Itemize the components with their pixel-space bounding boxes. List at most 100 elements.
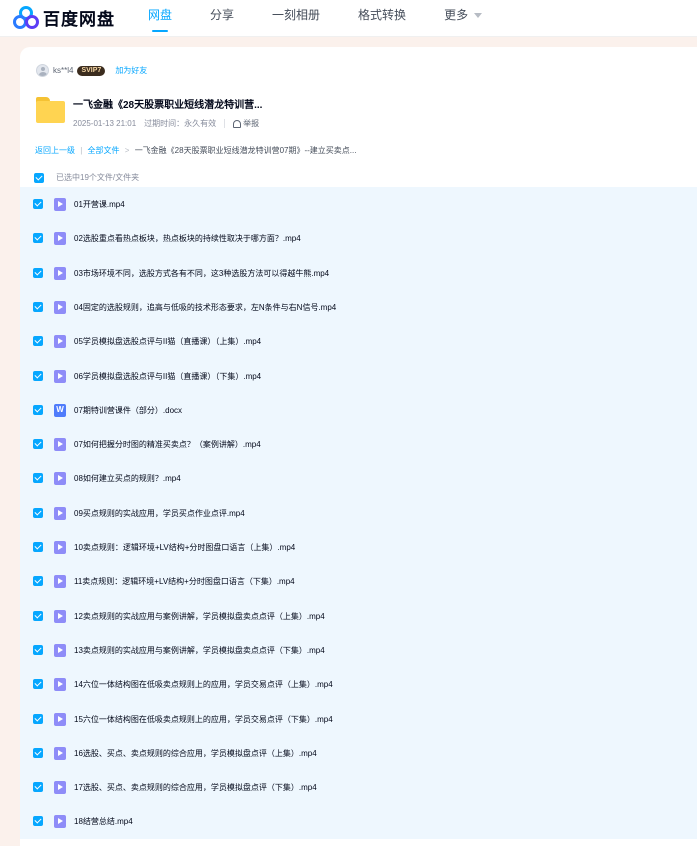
nav-item-format-convert[interactable]: 格式转换 [358, 0, 406, 37]
share-date: 2025-01-13 21:01 [73, 119, 137, 128]
file-checkbox[interactable] [33, 816, 43, 826]
video-file-icon [54, 677, 66, 691]
file-checkbox[interactable] [33, 371, 43, 381]
file-name[interactable]: 18结营总结.mp4 [74, 816, 133, 827]
file-name[interactable]: 13卖点规则的实战应用与案例讲解，学员模拟盘卖点点评（下集）.mp4 [74, 645, 325, 656]
video-file-icon [54, 334, 66, 348]
main-nav: 网盘 分享 一刻相册 格式转换 更多 [148, 0, 520, 37]
cloud-logo-icon [13, 5, 39, 30]
share-title: 一飞金融《28天股票职业短线潜龙特训营... [73, 100, 263, 111]
user-avatar-icon[interactable] [36, 64, 49, 77]
file-row[interactable]: 09买点规则的实战应用，学员买点作业点评.mp4 [20, 496, 697, 530]
file-row[interactable]: 02选股重点看热点板块，热点板块的持续性取决于哪方面？.mp4 [20, 221, 697, 255]
file-row[interactable]: 01开营课.mp4 [20, 187, 697, 221]
file-row[interactable]: 11卖点规则：逻辑环境+LV结构+分时图盘口语言（下集）.mp4 [20, 564, 697, 598]
video-file-icon [54, 643, 66, 657]
select-all-checkbox[interactable] [34, 172, 44, 183]
video-file-icon [54, 814, 66, 828]
file-checkbox[interactable] [33, 714, 43, 724]
file-checkbox[interactable] [33, 508, 43, 518]
file-checkbox[interactable] [33, 302, 43, 312]
file-checkbox[interactable] [33, 748, 43, 758]
add-friend-link[interactable]: 加为好友 [115, 65, 147, 76]
file-row[interactable]: 06学员模拟盘选股点评与II猫（直播课）（下集）.mp4 [20, 359, 697, 393]
video-file-icon [54, 574, 66, 588]
file-checkbox[interactable] [33, 405, 43, 415]
file-name[interactable]: 06学员模拟盘选股点评与II猫（直播课）（下集）.mp4 [74, 371, 261, 382]
file-name[interactable]: 11卖点规则：逻辑环境+LV结构+分时图盘口语言（下集）.mp4 [74, 576, 295, 587]
file-name[interactable]: 16选股、买点、卖点规则的综合应用，学员模拟盘点评（上集）.mp4 [74, 748, 317, 759]
file-checkbox[interactable] [33, 199, 43, 209]
file-checkbox[interactable] [33, 233, 43, 243]
file-name[interactable]: 08如何建立买点的规则？.mp4 [74, 473, 181, 484]
file-checkbox[interactable] [33, 439, 43, 449]
nav-item-netdisk[interactable]: 网盘 [148, 0, 172, 37]
divider [224, 119, 226, 128]
file-list: 01开营课.mp4 02选股重点看热点板块，热点板块的持续性取决于哪方面？.mp4… [20, 187, 697, 839]
file-checkbox[interactable] [33, 611, 43, 621]
nav-more-label: 更多 [444, 8, 469, 22]
file-name[interactable]: 07如何把握分时图的精准买卖点？（案例讲解）.mp4 [74, 439, 261, 450]
file-row[interactable]: 03市场环境不同，选股方式各有不同，这3种选股方法可以得越牛熊.mp4 [20, 256, 697, 290]
report-button[interactable]: 举报 [233, 118, 259, 129]
baidu-netdisk-logo[interactable]: 百度网盘 [13, 5, 115, 30]
file-row[interactable]: 05学员模拟盘选股点评与II猫（直播课）（上集）.mp4 [20, 324, 697, 358]
file-checkbox[interactable] [33, 336, 43, 346]
file-checkbox[interactable] [33, 679, 43, 689]
file-name[interactable]: 07期特训营课件（部分）.docx [74, 405, 182, 416]
brand-name: 百度网盘 [43, 10, 115, 29]
video-file-icon [54, 437, 66, 451]
file-name[interactable]: 10卖点规则：逻辑环境+LV结构+分时图盘口语言（上集）.mp4 [74, 542, 295, 553]
file-name[interactable]: 12卖点规则的实战应用与案例讲解，学员模拟盘卖点点评（上集）.mp4 [74, 611, 325, 622]
file-row[interactable]: 13卖点规则的实战应用与案例讲解，学员模拟盘卖点点评（下集）.mp4 [20, 633, 697, 667]
file-checkbox[interactable] [33, 782, 43, 792]
breadcrumb-separator: | [80, 146, 83, 155]
file-row[interactable]: 10卖点规则：逻辑环境+LV结构+分时图盘口语言（上集）.mp4 [20, 530, 697, 564]
svip-badge: SVIP7 [77, 65, 106, 76]
file-row[interactable]: 07期特训营课件（部分）.docx [20, 393, 697, 427]
video-file-icon [54, 780, 66, 794]
chevron-down-icon [474, 13, 483, 18]
video-file-icon [54, 300, 66, 314]
file-checkbox[interactable] [33, 542, 43, 552]
top-navigation-bar: 百度网盘 网盘 分享 一刻相册 格式转换 更多 [0, 0, 697, 37]
file-row[interactable]: 14六位一体结构图在低吸卖点规则上的应用，学员交易点评（上集）.mp4 [20, 667, 697, 701]
file-checkbox[interactable] [33, 473, 43, 483]
nav-item-share[interactable]: 分享 [210, 0, 234, 37]
file-row[interactable]: 07如何把握分时图的精准买卖点？（案例讲解）.mp4 [20, 427, 697, 461]
breadcrumb: 返回上一级 | 全部文件 > 一飞金融《28天股票职业短线潜龙特训营07期》--… [35, 145, 356, 156]
file-row[interactable]: 04固定的选股规则，追高与低吸的技术形态要求，左N条件与右N信号.mp4 [20, 290, 697, 324]
file-row[interactable]: 12卖点规则的实战应用与案例讲解，学员模拟盘卖点点评（上集）.mp4 [20, 599, 697, 633]
video-file-icon [54, 197, 66, 211]
file-row[interactable]: 18结营总结.mp4 [20, 804, 697, 838]
file-name[interactable]: 04固定的选股规则，追高与低吸的技术形态要求，左N条件与右N信号.mp4 [74, 302, 336, 313]
video-file-icon [54, 369, 66, 383]
all-files-link[interactable]: 全部文件 [88, 146, 120, 155]
file-name[interactable]: 14六位一体结构图在低吸卖点规则上的应用，学员交易点评（上集）.mp4 [74, 679, 333, 690]
selection-count: 已选中19个文件/文件夹 [56, 173, 140, 182]
file-name[interactable]: 09买点规则的实战应用，学员买点作业点评.mp4 [74, 508, 245, 519]
file-name[interactable]: 03市场环境不同，选股方式各有不同，这3种选股方法可以得越牛熊.mp4 [74, 268, 329, 279]
nav-item-moment-album[interactable]: 一刻相册 [272, 0, 320, 37]
file-row[interactable]: 08如何建立买点的规则？.mp4 [20, 461, 697, 495]
file-row[interactable]: 17选股、买点、卖点规则的综合应用，学员模拟盘点评（下集）.mp4 [20, 770, 697, 804]
file-checkbox[interactable] [33, 268, 43, 278]
file-name[interactable]: 02选股重点看热点板块，热点板块的持续性取决于哪方面？.mp4 [74, 233, 301, 244]
file-name[interactable]: 01开营课.mp4 [74, 199, 125, 210]
file-name[interactable]: 17选股、买点、卖点规则的综合应用，学员模拟盘点评（下集）.mp4 [74, 782, 317, 793]
video-file-icon [54, 746, 66, 760]
nav-item-more[interactable]: 更多 [444, 0, 483, 37]
sharer-username[interactable]: ks**l4 [53, 66, 73, 75]
file-checkbox[interactable] [33, 576, 43, 586]
word-file-icon [54, 403, 66, 417]
share-expiry: 过期时间：永久有效 [144, 119, 217, 128]
file-row[interactable]: 15六位一体结构图在低吸卖点规则上的应用，学员交易点评（下集）.mp4 [20, 702, 697, 736]
share-header: 一飞金融《28天股票职业短线潜龙特训营... 2025-01-13 21:01 … [36, 95, 262, 129]
file-name[interactable]: 15六位一体结构图在低吸卖点规则上的应用，学员交易点评（下集）.mp4 [74, 714, 333, 725]
file-checkbox[interactable] [33, 645, 43, 655]
video-file-icon [54, 609, 66, 623]
file-name[interactable]: 05学员模拟盘选股点评与II猫（直播课）（上集）.mp4 [74, 336, 261, 347]
back-link[interactable]: 返回上一级 [35, 146, 75, 155]
video-file-icon [54, 506, 66, 520]
file-row[interactable]: 16选股、买点、卖点规则的综合应用，学员模拟盘点评（上集）.mp4 [20, 736, 697, 770]
